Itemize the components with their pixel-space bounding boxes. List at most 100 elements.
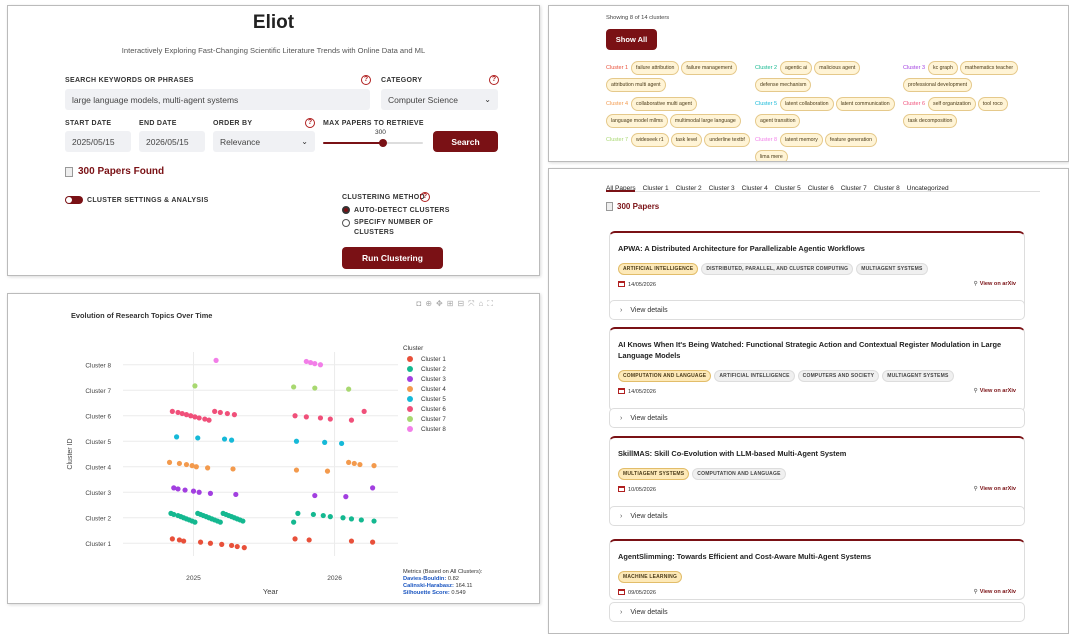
chevron-right-icon: › — [620, 608, 623, 616]
search-button[interactable]: Search — [433, 131, 498, 152]
cluster-keyword[interactable]: mathematics teacher — [959, 61, 1019, 75]
clustering-help-icon[interactable]: ? — [420, 192, 430, 202]
cluster-name: Cluster 7 — [606, 137, 629, 143]
view-details-toggle[interactable]: › View details — [609, 506, 1025, 526]
data-point — [228, 542, 235, 549]
legend-item[interactable]: Cluster 4 — [403, 384, 446, 394]
legend-label: Cluster 5 — [421, 395, 446, 403]
cluster-keyword[interactable]: agentic ai — [780, 61, 813, 75]
view-details-text: View details — [630, 608, 668, 616]
radio-specify-label: SPECIFY NUMBER OF CLUSTERS — [354, 219, 434, 236]
cluster-group: Cluster 8 latent memory feature generation… — [755, 133, 901, 161]
cluster-keyword[interactable]: failure attribution — [631, 61, 680, 75]
paper-title[interactable]: AgentSlimming: Towards Efficient and Cos… — [610, 541, 1024, 562]
data-point — [320, 512, 326, 519]
cluster-keyword[interactable]: language model mllms — [606, 114, 668, 128]
showing-clusters-text: Showing 8 of 14 clusters — [606, 15, 670, 21]
legend-item[interactable]: Cluster 7 — [403, 414, 446, 424]
paper-title[interactable]: SkillMAS: Skill Co-Evolution with LLM-ba… — [610, 438, 1024, 459]
y-tick-label: Cluster 4 — [85, 464, 111, 471]
max-papers-slider[interactable] — [323, 139, 423, 147]
paper-title[interactable]: APWA: A Distributed Architecture for Par… — [610, 233, 1024, 254]
ch-label: Calinski-Harabasz: — [403, 583, 454, 589]
subject-tag: COMPUTERS AND SOCIETY — [797, 370, 880, 382]
end-date-input[interactable]: 2026/05/15 — [139, 131, 205, 152]
cluster-keyword[interactable]: collaborative multi agent — [631, 97, 697, 111]
show-all-button[interactable]: Show All — [606, 29, 657, 50]
cluster-keyword[interactable]: failure management — [681, 61, 738, 75]
legend-item[interactable]: Cluster 6 — [403, 404, 446, 414]
view-on-arxiv-link[interactable]: ⚲ View on arXiv — [974, 486, 1016, 493]
data-point — [224, 410, 230, 417]
view-on-arxiv-link[interactable]: ⚲ View on arXiv — [974, 281, 1016, 288]
cluster-keyword[interactable]: agent transition — [755, 114, 801, 128]
legend-item[interactable]: Cluster 2 — [403, 364, 446, 374]
cluster-keyword[interactable]: defense mechanism — [755, 78, 812, 92]
category-select[interactable]: Computer Science ⌄ — [381, 89, 498, 110]
cluster-keyword[interactable]: multimodal large language — [669, 114, 741, 128]
legend-item[interactable]: Cluster 1 — [403, 354, 446, 364]
cluster-name: Cluster 6 — [903, 101, 926, 107]
cluster-keyword[interactable]: underline textbf — [704, 133, 750, 147]
data-point — [190, 488, 197, 494]
data-point — [370, 539, 376, 545]
cluster-keyword[interactable]: feature generation — [824, 133, 877, 147]
calendar-icon — [618, 281, 625, 287]
view-details-toggle[interactable]: › View details — [609, 602, 1025, 622]
cluster-keyword[interactable]: self organization — [928, 97, 976, 111]
cluster-keyword[interactable]: wideseek r1 — [631, 133, 669, 147]
cluster-keyword[interactable]: latent collaboration — [780, 97, 834, 111]
data-point — [183, 461, 190, 468]
paper-card: AgentSlimming: Towards Efficient and Cos… — [609, 539, 1025, 600]
category-help-icon[interactable]: ? — [489, 75, 499, 85]
order-help-icon[interactable]: ? — [305, 118, 315, 128]
cluster-keyword[interactable]: latent memory — [780, 133, 823, 147]
data-point — [324, 468, 331, 474]
data-point — [196, 489, 202, 495]
subject-tag: ARTIFICIAL INTELLIGENCE — [618, 263, 699, 275]
view-details-toggle[interactable]: › View details — [609, 408, 1025, 428]
cluster-keyword[interactable]: attribution multi agent — [606, 78, 666, 92]
cluster-keyword[interactable]: tool roco — [977, 97, 1008, 111]
radio-specify[interactable]: SPECIFY NUMBER OF CLUSTERS — [342, 218, 434, 238]
legend-item[interactable]: Cluster 8 — [403, 424, 446, 434]
chevron-right-icon: › — [620, 512, 623, 520]
radio-auto-dot[interactable] — [342, 206, 350, 214]
y-tick-label: Cluster 6 — [85, 413, 111, 420]
cluster-keyword[interactable]: kc graph — [928, 61, 958, 75]
data-point — [221, 436, 228, 442]
run-clustering-button[interactable]: Run Clustering — [342, 247, 443, 269]
cluster-keyword[interactable]: lima mere — [755, 150, 788, 161]
slider-handle[interactable] — [379, 139, 387, 147]
ch-value: 164.11 — [455, 583, 473, 589]
search-input[interactable]: large language models, multi-agent syste… — [65, 89, 370, 110]
radio-auto-label: AUTO-DETECT CLUSTERS — [354, 206, 450, 214]
order-by-select[interactable]: Relevance ⌄ — [213, 131, 315, 152]
cluster-keyword[interactable]: task decomposition — [903, 114, 958, 128]
view-details-toggle[interactable]: › View details — [609, 300, 1025, 320]
start-date-input[interactable]: 2025/05/15 — [65, 131, 131, 152]
cluster-keyword[interactable]: malicious agent — [814, 61, 861, 75]
data-point — [317, 415, 324, 421]
view-on-arxiv-link[interactable]: ⚲ View on arXiv — [974, 589, 1016, 596]
order-by-value: Relevance — [220, 136, 261, 147]
legend-marker — [407, 416, 413, 422]
cluster-keyword[interactable]: latent communication — [835, 97, 895, 111]
radio-auto[interactable]: AUTO-DETECT CLUSTERS — [342, 206, 450, 214]
cluster-settings-toggle[interactable] — [65, 196, 83, 204]
paper-title[interactable]: AI Knows When It's Being Watched: Functi… — [610, 329, 1024, 361]
cluster-keyword[interactable]: professional development — [903, 78, 973, 92]
search-help-icon[interactable]: ? — [361, 75, 371, 85]
legend-item[interactable]: Cluster 3 — [403, 374, 446, 384]
radio-specify-dot[interactable] — [342, 219, 350, 227]
data-point — [357, 461, 363, 468]
data-point — [340, 515, 346, 521]
cluster-keyword[interactable]: task level — [670, 133, 703, 147]
legend-item[interactable]: Cluster 5 — [403, 394, 446, 404]
legend-marker — [407, 406, 413, 412]
legend-marker — [407, 386, 413, 392]
data-point — [351, 460, 357, 467]
view-on-arxiv-link[interactable]: ⚲ View on arXiv — [974, 388, 1016, 395]
subject-tag: MULTIAGENT SYSTEMS — [882, 370, 954, 382]
y-tick-label: Cluster 3 — [85, 490, 111, 497]
